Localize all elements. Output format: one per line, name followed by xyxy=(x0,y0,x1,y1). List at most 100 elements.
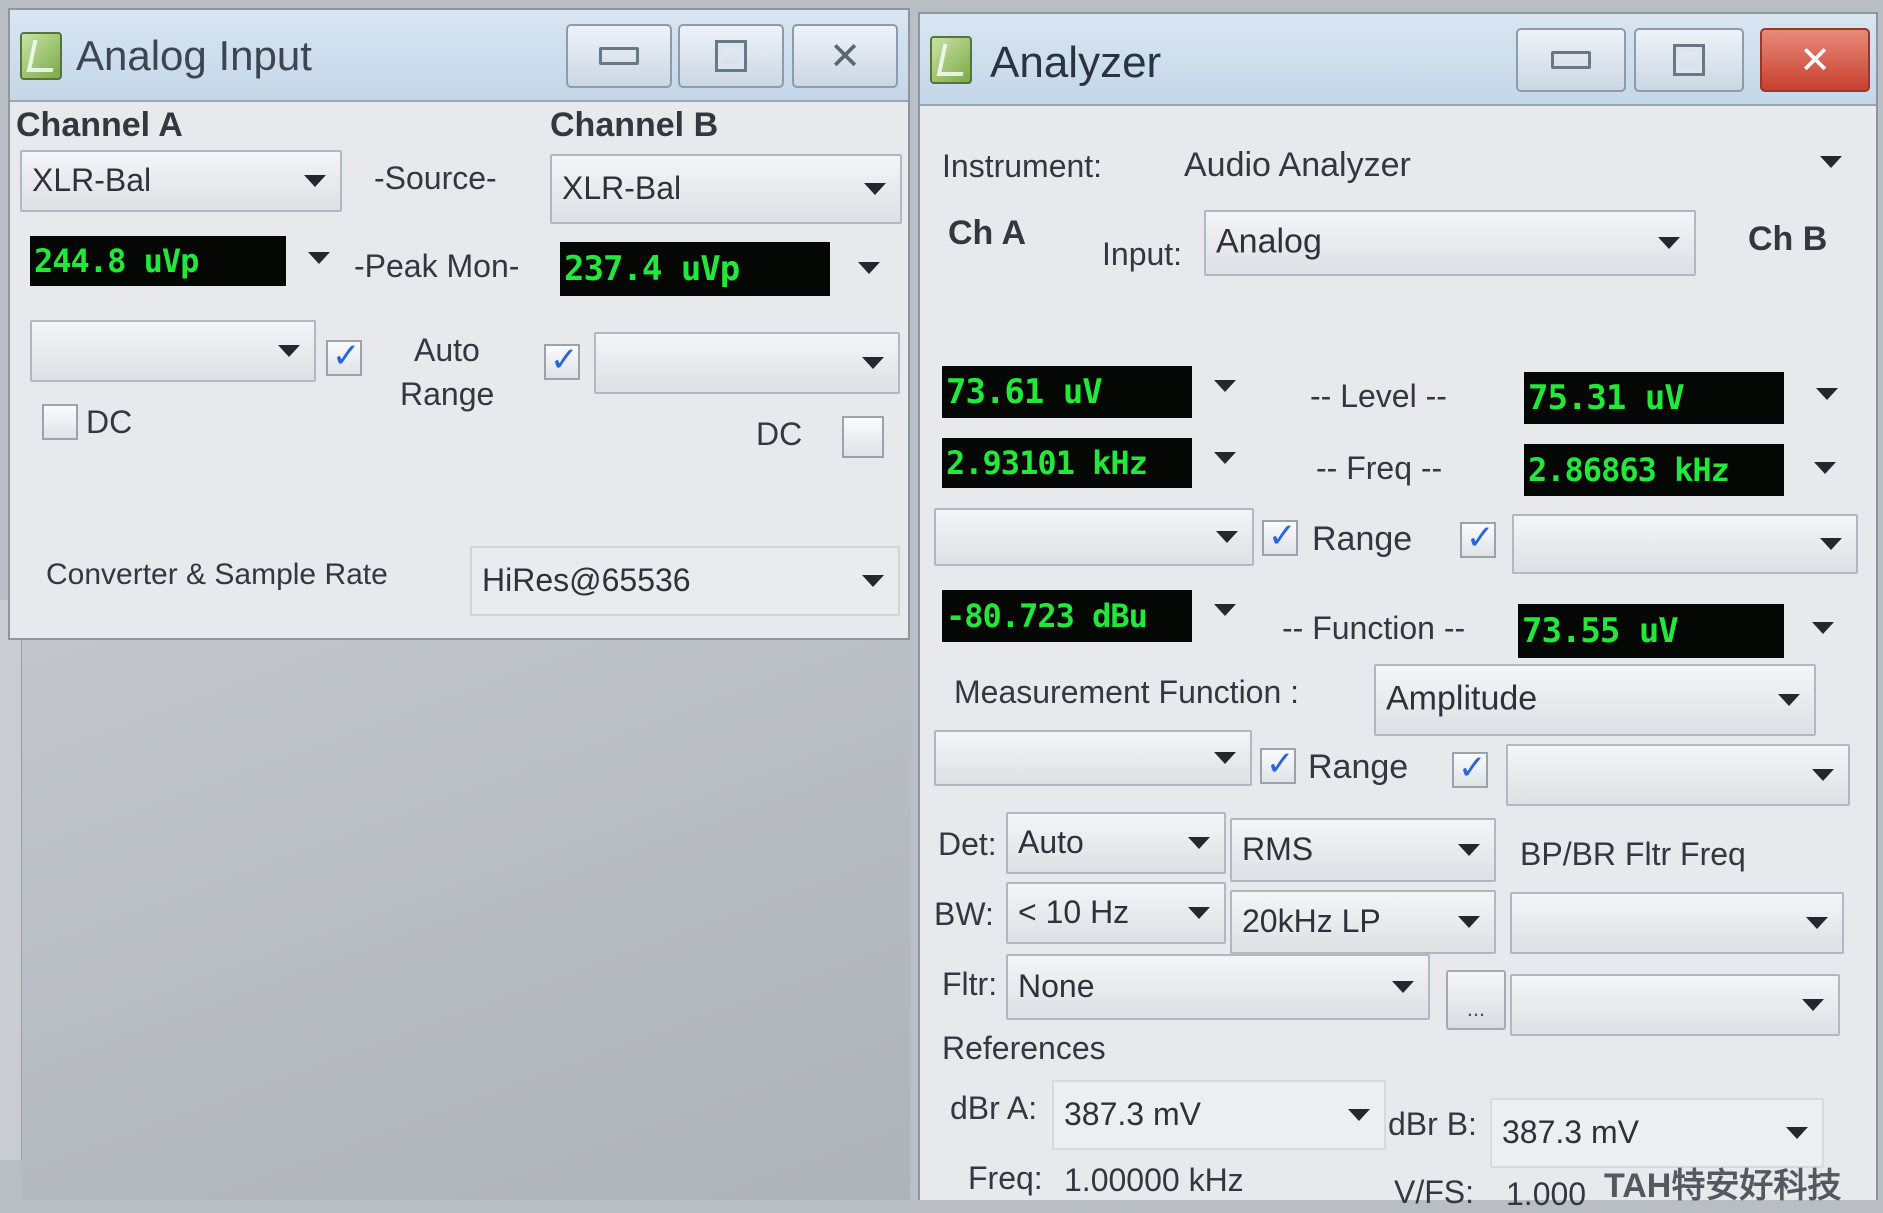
bw-select[interactable]: < 10 Hz xyxy=(1006,882,1226,944)
det-type-value: RMS xyxy=(1242,830,1314,867)
source-b-select[interactable]: XLR-Bal xyxy=(550,154,902,224)
chevron-down-icon xyxy=(1820,538,1842,550)
bw-value: < 10 Hz xyxy=(1018,893,1130,930)
ref-freq-label: Freq: xyxy=(968,1160,1043,1196)
auto-range-label-line2: Range xyxy=(400,376,495,412)
chevron-down-icon xyxy=(1188,907,1210,919)
peak-b-readout: 237.4 uVp xyxy=(560,242,830,296)
range1-a-select[interactable] xyxy=(934,508,1254,566)
analog-input-titlebar[interactable]: Analog Input ✕ xyxy=(10,10,908,102)
close-button[interactable]: ✕ xyxy=(1760,28,1870,92)
auto-range-a-checkbox[interactable] xyxy=(326,336,362,376)
freq-a-dropdown-icon[interactable] xyxy=(1214,452,1236,464)
level-a-readout: 73.61 uV xyxy=(942,366,1192,418)
dc-a-checkbox[interactable] xyxy=(42,404,78,440)
range2-a-checkbox[interactable] xyxy=(1260,744,1296,784)
chevron-down-icon xyxy=(1806,917,1828,929)
function-label: -- Function -- xyxy=(1282,610,1466,646)
range1-a-checkbox[interactable] xyxy=(1262,516,1298,556)
instrument-label: Instrument: xyxy=(942,148,1103,184)
range2-b-select[interactable] xyxy=(1506,744,1850,806)
instrument-dropdown-icon[interactable] xyxy=(1820,156,1842,168)
chevron-down-icon xyxy=(1458,916,1480,928)
minimize-button[interactable] xyxy=(566,24,672,88)
maximize-button[interactable] xyxy=(1634,28,1744,92)
range1-b-select[interactable] xyxy=(1512,514,1858,574)
ch-b-label: Ch B xyxy=(1748,220,1828,258)
desktop-edge xyxy=(0,600,22,1160)
chevron-down-icon xyxy=(1658,237,1680,249)
peak-a-dropdown-icon[interactable] xyxy=(308,252,330,264)
app-icon xyxy=(20,32,62,80)
input-value: Analog xyxy=(1216,222,1322,261)
auto-range-label-line1: Auto xyxy=(414,332,480,368)
dc-b-checkbox[interactable] xyxy=(842,416,884,458)
references-label: References xyxy=(942,1030,1106,1066)
freq-a-readout: 2.93101 kHz xyxy=(942,438,1192,488)
dbr-a-label: dBr A: xyxy=(950,1090,1038,1126)
auto-range-b-checkbox[interactable] xyxy=(544,340,580,380)
peak-a-readout: 244.8 uVp xyxy=(30,236,286,286)
peak-mon-label: -Peak Mon- xyxy=(354,248,520,284)
range-b-select[interactable] xyxy=(594,332,900,394)
maximize-button[interactable] xyxy=(678,24,784,88)
bpbr-freq-b-select[interactable] xyxy=(1510,974,1840,1036)
converter-label: Converter & Sample Rate xyxy=(46,558,388,591)
function-b-dropdown-icon[interactable] xyxy=(1812,622,1834,634)
converter-select[interactable]: HiRes@65536 xyxy=(470,546,900,616)
dc-b-label: DC xyxy=(756,416,803,452)
chevron-down-icon xyxy=(1812,769,1834,781)
det-select[interactable]: Auto xyxy=(1006,812,1226,874)
level-label: -- Level -- xyxy=(1310,378,1447,414)
analyzer-window: Analyzer ✕ Instrument: Audio Analyzer Ch… xyxy=(918,12,1878,1212)
function-b-readout: 73.55 uV xyxy=(1518,604,1784,658)
det-type-select[interactable]: RMS xyxy=(1230,818,1496,882)
chevron-down-icon xyxy=(864,183,886,195)
level-a-dropdown-icon[interactable] xyxy=(1214,380,1236,392)
det-label: Det: xyxy=(938,826,997,862)
freq-b-readout: 2.86863 kHz xyxy=(1524,444,1784,496)
fltr-options-button[interactable]: ... xyxy=(1446,970,1506,1030)
peak-b-dropdown-icon[interactable] xyxy=(858,262,880,274)
range2-a-select[interactable] xyxy=(934,730,1252,786)
chevron-down-icon xyxy=(1348,1109,1370,1121)
source-a-select[interactable]: XLR-Bal xyxy=(20,150,342,212)
vfs-label: V/FS: xyxy=(1394,1174,1475,1210)
function-a-dropdown-icon[interactable] xyxy=(1214,604,1236,616)
minimize-button[interactable] xyxy=(1516,28,1626,92)
dbr-b-value: 387.3 mV xyxy=(1502,1113,1639,1150)
function-a-readout: -80.723 dBu xyxy=(942,590,1192,642)
desktop-background xyxy=(22,640,910,1200)
measurement-function-value: Amplitude xyxy=(1386,679,1538,718)
dc-a-label: DC xyxy=(86,404,133,440)
channel-a-label: Channel A xyxy=(16,106,183,144)
det-value: Auto xyxy=(1018,823,1084,860)
dbr-a-select[interactable]: 387.3 mV xyxy=(1052,1080,1386,1150)
range2-b-checkbox[interactable] xyxy=(1452,748,1488,788)
chevron-down-icon xyxy=(1216,531,1238,543)
bpbr-fltr-freq-label: BP/BR Fltr Freq xyxy=(1520,836,1746,872)
instrument-value[interactable]: Audio Analyzer xyxy=(1184,146,1411,185)
level-b-readout: 75.31 uV xyxy=(1524,372,1784,424)
chevron-down-icon xyxy=(1778,694,1800,706)
ref-freq-value[interactable]: 1.00000 kHz xyxy=(1064,1162,1244,1199)
measurement-function-select[interactable]: Amplitude xyxy=(1374,664,1816,736)
range-a-select[interactable] xyxy=(30,320,316,382)
chevron-down-icon xyxy=(304,175,326,187)
fltr-value: None xyxy=(1018,967,1095,1004)
vfs-value[interactable]: 1.000 xyxy=(1506,1176,1586,1213)
close-button[interactable]: ✕ xyxy=(792,24,898,88)
analyzer-titlebar[interactable]: Analyzer ✕ xyxy=(920,14,1876,106)
freq-b-dropdown-icon[interactable] xyxy=(1814,462,1836,474)
fltr-select[interactable]: None xyxy=(1006,954,1430,1020)
chevron-down-icon xyxy=(1188,837,1210,849)
bpbr-freq-a-select[interactable] xyxy=(1510,892,1844,954)
level-b-dropdown-icon[interactable] xyxy=(1816,388,1838,400)
measurement-function-label: Measurement Function : xyxy=(954,674,1300,710)
fltr-label: Fltr: xyxy=(942,966,998,1002)
range1-b-checkbox[interactable] xyxy=(1460,518,1496,558)
analog-input-window: Analog Input ✕ Channel A Channel B XLR-B… xyxy=(8,8,910,640)
bw-filter-select[interactable]: 20kHz LP xyxy=(1230,890,1496,954)
chevron-down-icon xyxy=(1802,999,1824,1011)
input-select[interactable]: Analog xyxy=(1204,210,1696,276)
